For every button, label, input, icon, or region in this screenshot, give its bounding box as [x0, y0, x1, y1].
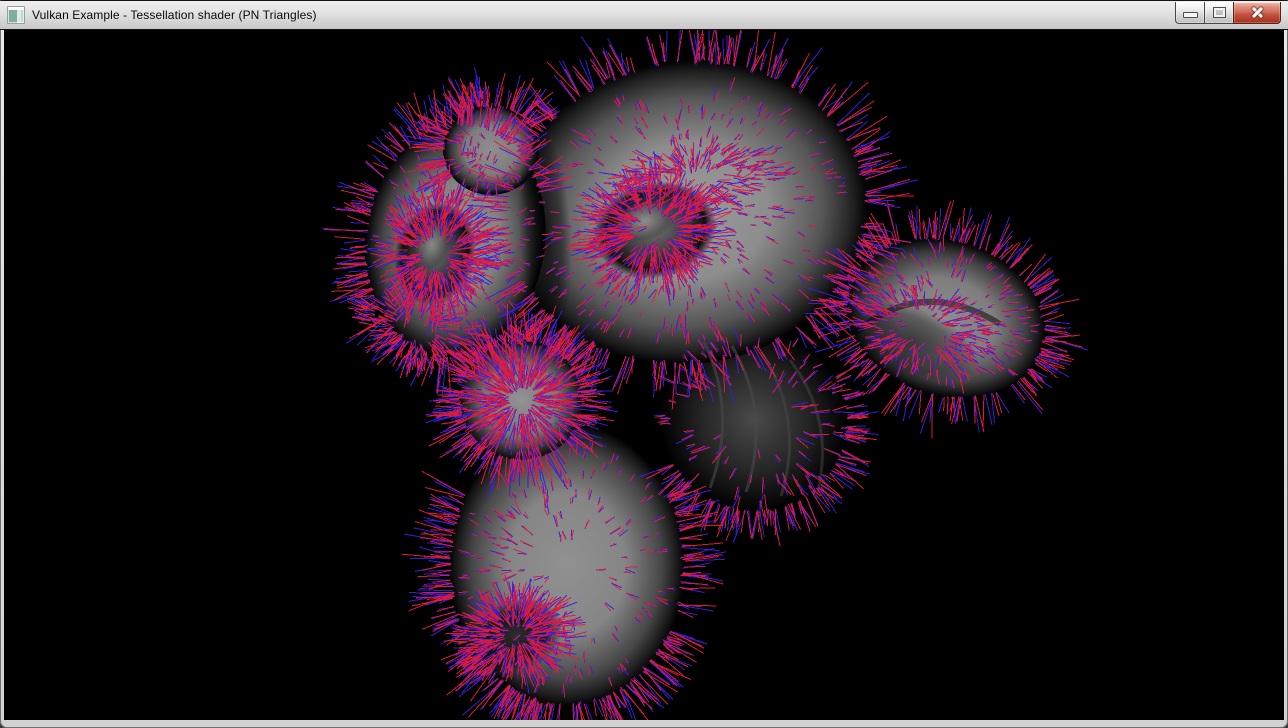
- close-button[interactable]: [1233, 2, 1281, 24]
- window-controls: [1175, 2, 1281, 23]
- minimize-icon: [1183, 12, 1198, 18]
- application-icon[interactable]: [7, 6, 25, 24]
- close-icon: [1250, 5, 1265, 20]
- render-viewport[interactable]: [4, 30, 1284, 720]
- maximize-button[interactable]: [1204, 2, 1234, 24]
- window-title: Vulkan Example - Tessellation shader (PN…: [32, 8, 317, 22]
- maximize-icon: [1213, 7, 1226, 18]
- minimize-button[interactable]: [1175, 2, 1205, 24]
- title-bar[interactable]: Vulkan Example - Tessellation shader (PN…: [0, 0, 1288, 30]
- normals-visualization-canvas: [4, 30, 1284, 720]
- app-window: Vulkan Example - Tessellation shader (PN…: [0, 0, 1288, 728]
